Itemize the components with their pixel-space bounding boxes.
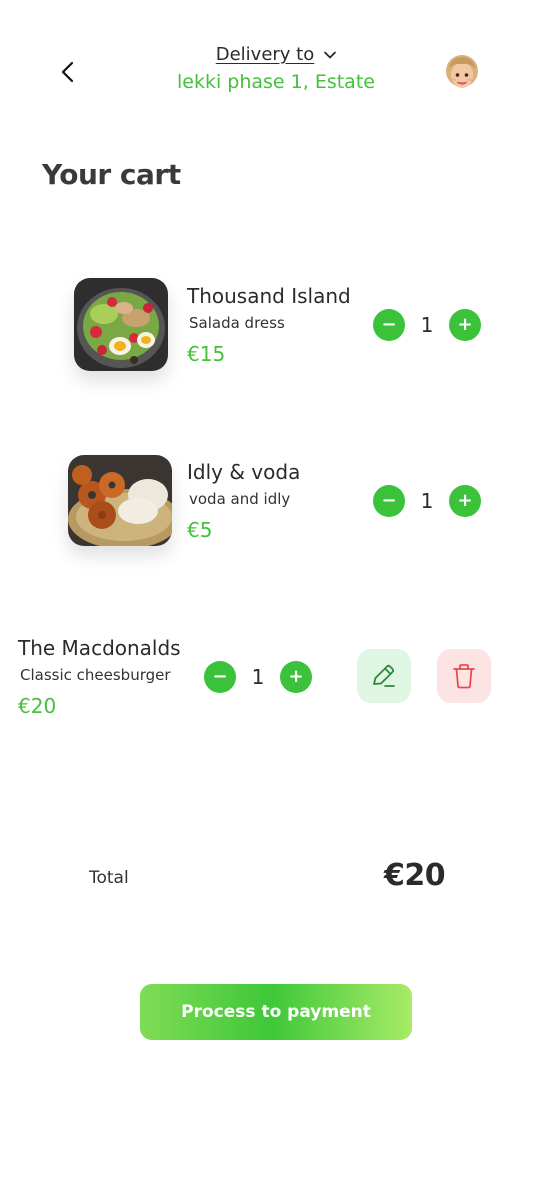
minus-icon: − — [381, 314, 397, 335]
item-image-idly — [68, 455, 172, 546]
decrease-quantity-button[interactable]: − — [204, 661, 236, 693]
increase-quantity-button[interactable]: + — [280, 661, 312, 693]
item-description: Classic cheesburger — [20, 666, 171, 684]
edit-item-button[interactable] — [357, 649, 411, 703]
delivery-location: Delivery to lekki phase 1, Estate — [150, 44, 402, 93]
quantity-stepper: − 1 + — [373, 309, 481, 341]
decrease-quantity-button[interactable]: − — [373, 309, 405, 341]
item-description: voda and idly — [189, 490, 291, 508]
decrease-quantity-button[interactable]: − — [373, 485, 405, 517]
plus-icon: + — [457, 490, 473, 511]
page-title: Your cart — [42, 158, 181, 191]
plus-icon: + — [288, 666, 304, 687]
quantity-stepper: − 1 + — [373, 485, 481, 517]
increase-quantity-button[interactable]: + — [449, 309, 481, 341]
delivery-dropdown[interactable]: Delivery to — [216, 44, 337, 65]
trash-icon — [453, 664, 475, 689]
minus-icon: − — [212, 666, 228, 687]
item-name: Idly & voda — [187, 460, 301, 484]
quantity-value: 1 — [420, 489, 434, 513]
item-price: €15 — [187, 342, 226, 366]
back-button[interactable] — [52, 56, 84, 88]
plus-icon: + — [457, 314, 473, 335]
chevron-down-icon — [324, 51, 337, 58]
item-name: The Macdonalds — [18, 636, 181, 660]
quantity-stepper: − 1 + — [204, 661, 312, 693]
quantity-value: 1 — [251, 665, 265, 689]
minus-icon: − — [381, 490, 397, 511]
item-price: €20 — [18, 694, 57, 718]
process-payment-button[interactable]: Process to payment — [140, 984, 412, 1040]
delivery-address: lekki phase 1, Estate — [177, 71, 375, 93]
item-name: Thousand Island — [187, 284, 351, 308]
total-value: €20 — [384, 858, 446, 893]
increase-quantity-button[interactable]: + — [449, 485, 481, 517]
salad-bowl-image — [74, 278, 168, 371]
total-label: Total — [89, 868, 129, 888]
delete-item-button[interactable] — [437, 649, 491, 703]
item-description: Salada dress — [189, 314, 285, 332]
item-price: €5 — [187, 518, 213, 542]
pencil-icon — [373, 664, 395, 687]
quantity-value: 1 — [420, 313, 434, 337]
memoji-avatar-icon — [446, 55, 478, 88]
delivery-label: Delivery to — [215, 44, 315, 65]
user-avatar[interactable] — [444, 54, 480, 92]
item-image-salad — [74, 278, 168, 371]
idly-vada-plate-image — [68, 455, 172, 546]
chevron-left-icon — [61, 61, 74, 83]
process-payment-label: Process to payment — [181, 1002, 371, 1022]
